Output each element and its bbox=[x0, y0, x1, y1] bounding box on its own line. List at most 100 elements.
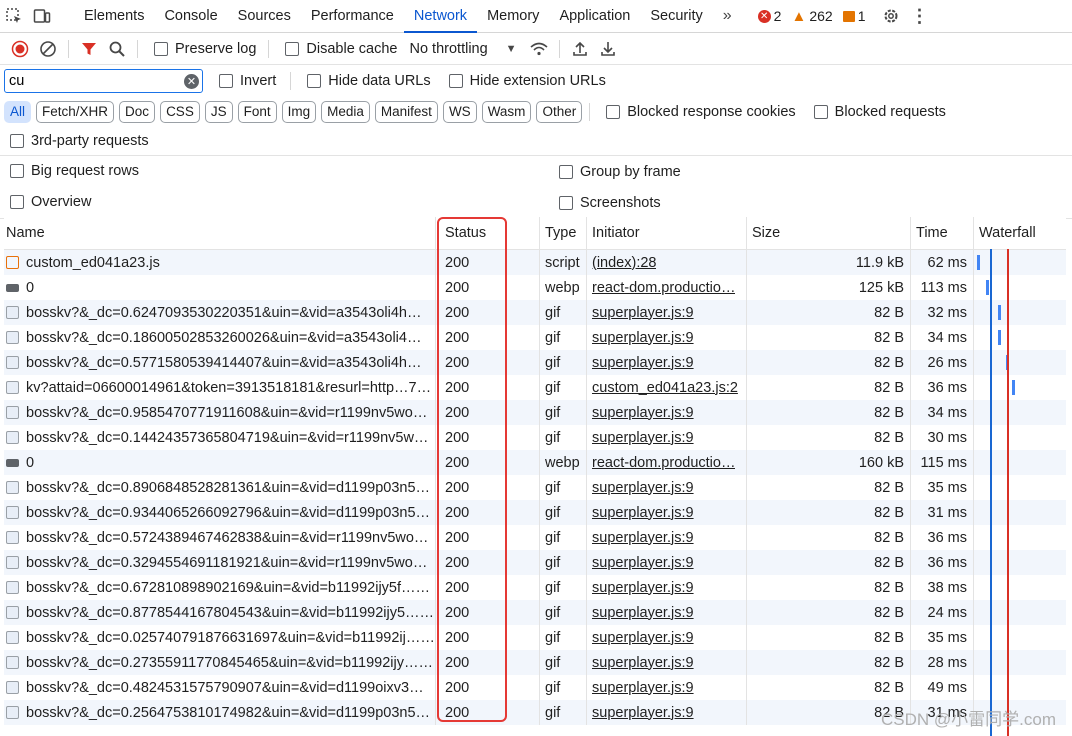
hide-data-urls-checkbox[interactable]: Hide data URLs bbox=[307, 73, 431, 89]
tab-memory[interactable]: Memory bbox=[477, 0, 549, 32]
request-name-cell[interactable]: custom_ed041a23.js bbox=[4, 250, 436, 275]
filter-icon[interactable] bbox=[75, 35, 103, 63]
initiator-link[interactable]: react-dom.productio… bbox=[592, 280, 735, 296]
invert-checkbox[interactable]: Invert bbox=[219, 73, 276, 89]
blocked-requests-checkbox[interactable]: Blocked requests bbox=[813, 104, 946, 120]
chevron-down-icon[interactable]: ▼ bbox=[506, 43, 517, 55]
settings-gear-icon[interactable] bbox=[877, 0, 905, 32]
initiator-link[interactable]: superplayer.js:9 bbox=[592, 580, 694, 596]
request-name-cell[interactable]: kv?attaid=06600014961&token=3913518181&r… bbox=[4, 375, 436, 400]
request-name-cell[interactable]: bosskv?&_dc=0.18600502853260026&uin=&vid… bbox=[4, 325, 436, 350]
column-header-type[interactable]: Type bbox=[540, 217, 587, 249]
tab-elements[interactable]: Elements bbox=[74, 0, 154, 32]
request-name-cell[interactable]: bosskv?&_dc=0.4824531575790907&uin=&vid=… bbox=[4, 675, 436, 700]
request-name-cell[interactable]: bosskv?&_dc=0.672810898902169&uin=&vid=b… bbox=[4, 575, 436, 600]
tab-console[interactable]: Console bbox=[154, 0, 227, 32]
more-tabs-icon[interactable]: » bbox=[713, 7, 742, 25]
table-row[interactable]: bosskv?&_dc=0.18600502853260026&uin=&vid… bbox=[4, 325, 1066, 350]
request-name-cell[interactable]: bosskv?&_dc=0.27355911770845465&uin=&vid… bbox=[4, 650, 436, 675]
initiator-link[interactable]: superplayer.js:9 bbox=[592, 655, 694, 671]
table-row[interactable]: bosskv?&_dc=0.4824531575790907&uin=&vid=… bbox=[4, 675, 1066, 700]
device-toolbar-icon[interactable] bbox=[28, 0, 56, 32]
blocked-cookies-checkbox[interactable]: Blocked response cookies bbox=[606, 104, 796, 120]
type-filter-manifest[interactable]: Manifest bbox=[374, 101, 438, 123]
column-header-waterfall[interactable]: Waterfall bbox=[974, 217, 1066, 249]
type-filter-doc[interactable]: Doc bbox=[119, 101, 156, 123]
table-row[interactable]: bosskv?&_dc=0.9585470771911608&uin=&vid=… bbox=[4, 400, 1066, 425]
request-name-cell[interactable]: bosskv?&_dc=0.6247093530220351&uin=&vid=… bbox=[4, 300, 436, 325]
clear-filter-icon[interactable]: ✕ bbox=[184, 73, 199, 89]
column-header-name[interactable]: Name bbox=[4, 217, 436, 249]
third-party-checkbox[interactable]: 3rd-party requests bbox=[10, 133, 149, 149]
initiator-link[interactable]: superplayer.js:9 bbox=[592, 480, 694, 496]
table-row[interactable]: bosskv?&_dc=0.672810898902169&uin=&vid=b… bbox=[4, 575, 1066, 600]
type-filter-other[interactable]: Other bbox=[536, 101, 583, 123]
inspect-element-icon[interactable] bbox=[0, 0, 28, 32]
type-filter-ws[interactable]: WS bbox=[442, 101, 477, 123]
kebab-menu-icon[interactable]: ⋮ bbox=[905, 0, 933, 32]
type-filter-fetch-xhr[interactable]: Fetch/XHR bbox=[36, 101, 115, 123]
table-row[interactable]: kv?attaid=06600014961&token=3913518181&r… bbox=[4, 375, 1066, 400]
request-name-cell[interactable]: 0 bbox=[4, 275, 436, 300]
column-header-size[interactable]: Size bbox=[747, 217, 911, 249]
table-row[interactable]: bosskv?&_dc=0.3294554691181921&uin=&vid=… bbox=[4, 550, 1066, 575]
table-row[interactable]: bosskv?&_dc=0.5771580539414407&uin=&vid=… bbox=[4, 350, 1066, 375]
import-har-icon[interactable] bbox=[566, 35, 594, 63]
table-row[interactable]: bosskv?&_dc=0.8778544167804543&uin=&vid=… bbox=[4, 600, 1066, 625]
type-filter-img[interactable]: Img bbox=[281, 101, 317, 123]
initiator-link[interactable]: superplayer.js:9 bbox=[592, 355, 694, 371]
tab-sources[interactable]: Sources bbox=[228, 0, 301, 32]
initiator-link[interactable]: superplayer.js:9 bbox=[592, 605, 694, 621]
column-header-initiator[interactable]: Initiator bbox=[587, 217, 747, 249]
request-name-cell[interactable]: bosskv?&_dc=0.8778544167804543&uin=&vid=… bbox=[4, 600, 436, 625]
initiator-link[interactable]: superplayer.js:9 bbox=[592, 680, 694, 696]
request-name-cell[interactable]: bosskv?&_dc=0.3294554691181921&uin=&vid=… bbox=[4, 550, 436, 575]
request-name-cell[interactable]: bosskv?&_dc=0.8906848528281361&uin=&vid=… bbox=[4, 475, 436, 500]
table-row[interactable]: 0 200 webp react-dom.productio… 160 kB 115 ms bbox=[4, 450, 1066, 475]
search-icon[interactable] bbox=[103, 35, 131, 63]
column-header-time[interactable]: Time bbox=[911, 217, 974, 249]
type-filter-css[interactable]: CSS bbox=[160, 101, 200, 123]
record-stop-icon[interactable] bbox=[6, 35, 34, 63]
initiator-link[interactable]: superplayer.js:9 bbox=[592, 330, 694, 346]
type-filter-font[interactable]: Font bbox=[237, 101, 277, 123]
initiator-link[interactable]: superplayer.js:9 bbox=[592, 305, 694, 321]
table-row[interactable]: bosskv?&_dc=0.6247093530220351&uin=&vid=… bbox=[4, 300, 1066, 325]
table-row[interactable]: bosskv?&_dc=0.025740791876631697&uin=&vi… bbox=[4, 625, 1066, 650]
group-by-frame-checkbox[interactable]: Group by frame bbox=[559, 164, 681, 180]
column-header-status[interactable]: Status bbox=[436, 217, 540, 249]
tab-security[interactable]: Security bbox=[640, 0, 712, 32]
type-filter-all[interactable]: All bbox=[4, 101, 32, 123]
initiator-link[interactable]: superplayer.js:9 bbox=[592, 555, 694, 571]
initiator-link[interactable]: react-dom.productio… bbox=[592, 455, 735, 471]
initiator-link[interactable]: superplayer.js:9 bbox=[592, 530, 694, 546]
request-name-cell[interactable]: bosskv?&_dc=0.9585470771911608&uin=&vid=… bbox=[4, 400, 436, 425]
table-row[interactable]: custom_ed041a23.js 200 script (index):28 11.… bbox=[4, 250, 1066, 275]
request-name-cell[interactable]: bosskv?&_dc=0.5724389467462838&uin=&vid=… bbox=[4, 525, 436, 550]
table-row[interactable]: bosskv?&_dc=0.27355911770845465&uin=&vid… bbox=[4, 650, 1066, 675]
initiator-link[interactable]: superplayer.js:9 bbox=[592, 405, 694, 421]
preserve-log-checkbox[interactable]: Preserve log bbox=[154, 41, 256, 57]
throttling-select[interactable]: No throttling bbox=[409, 41, 487, 57]
request-name-cell[interactable]: 0 bbox=[4, 450, 436, 475]
table-row[interactable]: 0 200 webp react-dom.productio… 125 kB 113 ms bbox=[4, 275, 1066, 300]
type-filter-wasm[interactable]: Wasm bbox=[481, 101, 532, 123]
clear-icon[interactable] bbox=[34, 35, 62, 63]
tab-performance[interactable]: Performance bbox=[301, 0, 404, 32]
issues-counter[interactable]: ✕ 2 ▲ 262 1 bbox=[757, 8, 865, 25]
initiator-link[interactable]: superplayer.js:9 bbox=[592, 505, 694, 521]
export-har-icon[interactable] bbox=[594, 35, 622, 63]
overview-checkbox[interactable]: Overview bbox=[10, 194, 91, 210]
big-request-rows-checkbox[interactable]: Big request rows bbox=[10, 163, 139, 179]
screenshots-checkbox[interactable]: Screenshots bbox=[559, 195, 661, 211]
initiator-link[interactable]: superplayer.js:9 bbox=[592, 705, 694, 721]
disable-cache-checkbox[interactable]: Disable cache bbox=[285, 41, 397, 57]
filter-search-box[interactable]: ✕ bbox=[4, 69, 203, 93]
table-row[interactable]: bosskv?&_dc=0.8906848528281361&uin=&vid=… bbox=[4, 475, 1066, 500]
type-filter-js[interactable]: JS bbox=[204, 101, 233, 123]
initiator-link[interactable]: custom_ed041a23.js:2 bbox=[592, 380, 738, 396]
type-filter-media[interactable]: Media bbox=[321, 101, 370, 123]
request-name-cell[interactable]: bosskv?&_dc=0.2564753810174982&uin=&vid=… bbox=[4, 700, 436, 725]
request-name-cell[interactable]: bosskv?&_dc=0.9344065266092796&uin=&vid=… bbox=[4, 500, 436, 525]
hide-extension-urls-checkbox[interactable]: Hide extension URLs bbox=[448, 73, 606, 89]
